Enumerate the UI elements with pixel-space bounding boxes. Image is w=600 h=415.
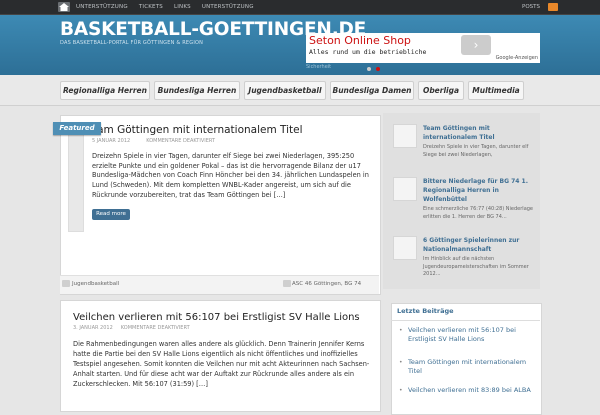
sidebar-thumbnail[interactable] — [393, 236, 417, 260]
nav-regionalliga-herren[interactable]: Regionalliga Herren — [60, 81, 150, 100]
sidebar-item-title[interactable]: Team Göttingen mit internationalem Titel — [423, 124, 538, 142]
featured-badge: Featured — [53, 122, 101, 135]
featured-post-excerpt: Dreizehn Spiele in vier Tagen, darunter … — [92, 152, 369, 199]
post-date: 5 JANUAR 2012 — [92, 138, 131, 144]
sidebar-thumbnail[interactable] — [393, 124, 417, 148]
post-comments: KOMMENTARE DEAKTIVIERT — [120, 325, 190, 331]
nav-jugendbasketball[interactable]: Jugendbasketball — [244, 81, 326, 100]
sidebar-item-text: Dreizehn Spiele in vier Tagen, darunter … — [423, 144, 529, 158]
ad-next-button[interactable]: › — [461, 35, 491, 55]
posts-link[interactable]: POSTS — [522, 0, 540, 14]
post-date: 3. JANUAR 2012 — [73, 325, 113, 331]
sidebar-item-title[interactable]: Bittere Niederlage für BG 74 1. Regional… — [423, 177, 538, 204]
rss-icon[interactable] — [548, 3, 558, 11]
bullet-icon: • — [399, 387, 403, 394]
bullet-icon: • — [399, 327, 403, 334]
nav-oberliga[interactable]: Oberliga — [418, 81, 464, 100]
featured-post-title[interactable]: Team Göttingen mit internationalem Titel — [86, 124, 303, 136]
divider — [391, 320, 540, 321]
top-bar: UNTERSTÜTZUNG TICKETS LINKS UNTERSTÜTZUN… — [0, 0, 600, 15]
post-meta: 5 JANUAR 2012 KOMMENTARE DEAKTIVIERT — [92, 138, 215, 144]
widget-title: Letzte Beiträge — [397, 307, 454, 315]
top-nav: UNTERSTÜTZUNG TICKETS LINKS UNTERSTÜTZUN… — [76, 0, 265, 14]
ad-banner[interactable]: Seton Online Shop Alles rund um die betr… — [306, 33, 540, 71]
read-more-button[interactable]: Read more — [92, 209, 130, 220]
sidebar-item-text: Eine schmerzliche 76:77 (40:28) Niederla… — [423, 206, 534, 220]
ad-dot[interactable] — [376, 67, 380, 71]
top-nav-item[interactable]: TICKETS — [139, 0, 163, 14]
latest-post-link[interactable]: Veilchen verlieren mit 56:107 bei Erstli… — [408, 326, 538, 344]
post-excerpt: Die Rahmenbedingungen waren alles andere… — [73, 340, 370, 388]
ad-subtext: Sicherheit — [306, 64, 332, 70]
ad-title[interactable]: Seton Online Shop — [309, 34, 411, 47]
post-tags[interactable]: ASC 46 Göttingen, BG 74 — [292, 281, 361, 287]
sidebar-thumbnail[interactable] — [393, 177, 417, 201]
site-tagline: DAS BASKETBALL-PORTAL FÜR GÖTTINGEN & RE… — [60, 40, 204, 46]
ad-google-label[interactable]: Google-Anzeigen — [496, 55, 538, 61]
sidebar-item-title[interactable]: 6 Göttinger Spielerinnen zur Nationalman… — [423, 236, 538, 254]
tag-icon — [283, 280, 291, 287]
latest-post-link[interactable]: Team Göttingen mit internationalem Titel — [408, 358, 538, 376]
post-comments: KOMMENTARE DEAKTIVIERT — [146, 138, 216, 144]
ad-pager — [367, 56, 387, 71]
bullet-icon: • — [399, 359, 403, 366]
nav-bundesliga-damen[interactable]: Bundesliga Damen — [330, 81, 414, 100]
sidebar-item-text: Im Hinblick auf die nächsten Jugendeurop… — [423, 256, 529, 277]
post-meta: 3. JANUAR 2012 KOMMENTARE DEAKTIVIERT — [73, 325, 190, 331]
post-thumbnail[interactable] — [68, 128, 84, 232]
top-nav-item[interactable]: LINKS — [174, 0, 191, 14]
nav-multimedia[interactable]: Multimedia — [468, 81, 524, 100]
post-category[interactable]: Jugendbasketball — [72, 281, 119, 287]
ad-text: Alles rund um die betriebliche — [309, 48, 427, 56]
home-icon[interactable] — [58, 2, 70, 12]
latest-post-link[interactable]: Veilchen verlieren mit 83:89 bei ALBA — [408, 386, 538, 395]
ad-dot[interactable] — [367, 67, 371, 71]
top-nav-item[interactable]: UNTERSTÜTZUNG — [76, 0, 128, 14]
top-nav-item[interactable]: UNTERSTÜTZUNG — [202, 0, 254, 14]
main-nav: Regionalliga Herren Bundesliga Herren Ju… — [0, 75, 600, 106]
post-title[interactable]: Veilchen verlieren mit 56:107 bei Erstli… — [73, 312, 360, 323]
folder-icon — [62, 280, 70, 287]
nav-bundesliga-herren[interactable]: Bundesliga Herren — [154, 81, 240, 100]
